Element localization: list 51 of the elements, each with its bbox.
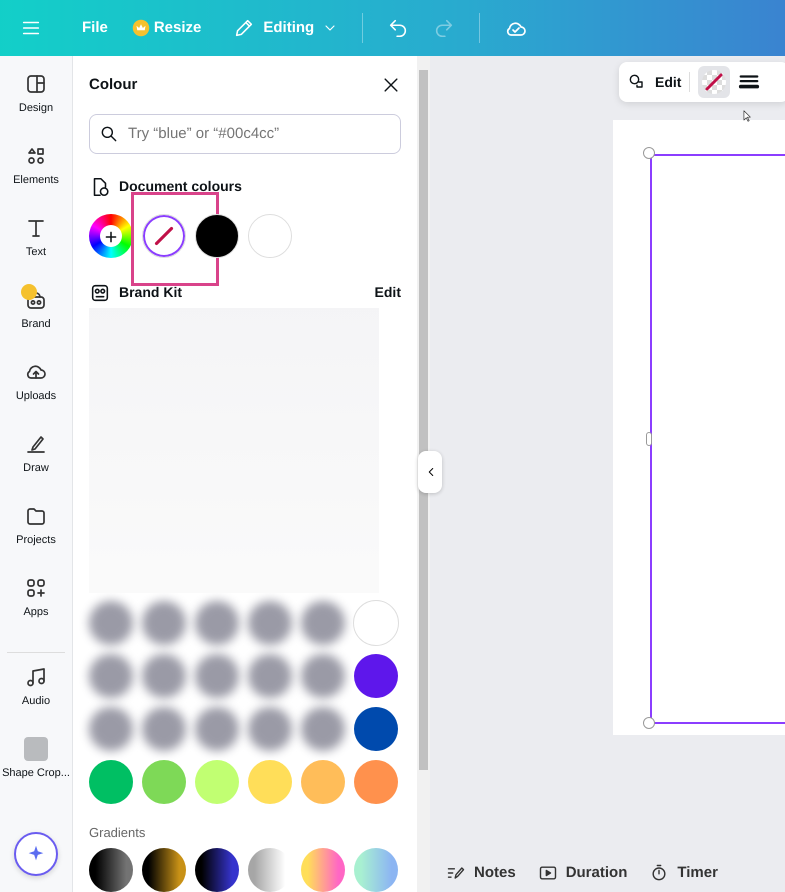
sidebar-item[interactable]: Brand [21,288,51,360]
sidebar-item[interactable]: Text [24,216,48,288]
add-colour-button[interactable] [89,214,133,258]
colour-swatch[interactable] [195,760,239,804]
search-icon [99,124,119,144]
sidebar-item[interactable]: Projects [16,504,56,576]
sidebar-item[interactable]: Design [18,72,54,144]
crown-icon [132,19,150,37]
gradient-swatch[interactable] [301,848,345,892]
gradient-swatch[interactable] [354,848,398,892]
collapse-panel-button[interactable] [418,451,442,493]
gradient-swatch[interactable] [195,848,239,892]
colour-swatch[interactable] [301,760,345,804]
search-field[interactable]: Try “blue” or “#00c4cc” [89,114,401,154]
design-icon [24,72,48,96]
transparent-swatch-icon [702,70,726,94]
section-heading: Gradients [89,824,146,842]
colour-swatch[interactable] [142,214,186,258]
sidebar-item[interactable]: Apps [23,576,49,648]
colour-swatch[interactable] [248,760,292,804]
thumbnail-image [24,737,48,761]
magic-button[interactable] [14,832,58,876]
scrollbar[interactable] [417,56,430,892]
panel-title: Colour [89,74,138,95]
section-heading: Brand Kit [119,283,183,302]
edit-link[interactable]: Edit [374,282,401,304]
edit-shape-button[interactable]: Edit [627,72,682,92]
sidebar-item[interactable]: Elements [13,144,59,216]
plus-icon [100,224,122,247]
colour-swatch[interactable] [142,760,186,804]
resize-handle[interactable] [643,717,655,729]
sidebar-item[interactable]: Uploads [16,360,56,432]
fill-colour-button[interactable] [698,66,730,98]
sidebar-item[interactable]: Shape Crop... [2,737,70,809]
colour-swatch[interactable] [354,760,398,804]
notes-button[interactable]: Notes [446,862,516,884]
colour-swatch[interactable] [354,600,398,644]
gradient-swatch[interactable] [142,848,186,892]
colour-swatch[interactable] [248,214,292,258]
colour-swatch[interactable] [195,214,239,258]
sidebar-item[interactable]: Draw [23,432,49,504]
resize-handle[interactable] [646,432,652,446]
section-heading: Document colours [119,177,242,196]
colour-swatch[interactable] [89,760,133,804]
gradient-swatch[interactable] [89,848,133,892]
colour-swatch[interactable] [354,654,398,698]
sidebar-item[interactable]: Audio [22,665,50,737]
duration-button[interactable]: Duration [538,862,628,884]
timer-button[interactable]: Timer [649,862,718,884]
colour-swatch[interactable] [354,706,398,750]
resize-handle[interactable] [643,147,655,159]
